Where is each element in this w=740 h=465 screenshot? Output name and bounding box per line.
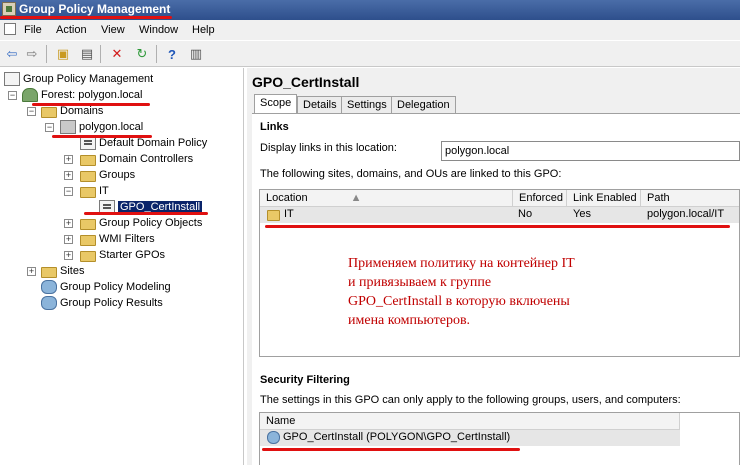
links-note: The following sites, domains, and OUs ar… bbox=[260, 168, 562, 180]
domain-icon bbox=[60, 120, 76, 134]
expand-toggle-icon[interactable]: + bbox=[64, 155, 73, 164]
sort-arrow-icon: ▲ bbox=[350, 192, 362, 204]
cell-path: polygon.local/IT bbox=[647, 208, 725, 220]
tree-item-forest[interactable]: Forest: polygon.local bbox=[22, 87, 143, 103]
folder-icon bbox=[267, 210, 280, 221]
annotation-note: Применяем политику на контейнер IT и при… bbox=[348, 256, 575, 328]
collapse-toggle-icon[interactable]: − bbox=[45, 123, 54, 132]
tree-item-sites[interactable]: Sites bbox=[41, 263, 84, 279]
cell-enforced: No bbox=[518, 208, 533, 220]
underline-title bbox=[0, 16, 172, 19]
security-filtering-list[interactable]: Name GPO_CertInstall (POLYGON\GPO_CertIn… bbox=[259, 412, 740, 465]
app-icon bbox=[2, 2, 16, 16]
tree-item-domain[interactable]: polygon.local bbox=[60, 119, 143, 135]
tree-item-groups[interactable]: Groups bbox=[80, 167, 135, 183]
menu-file[interactable]: File bbox=[24, 24, 42, 36]
tree-item-domain-controllers[interactable]: Domain Controllers bbox=[80, 151, 193, 167]
back-icon[interactable]: ⇦ bbox=[3, 45, 21, 63]
collapse-toggle-icon[interactable]: − bbox=[27, 107, 36, 116]
security-note: The settings in this GPO can only apply … bbox=[260, 394, 681, 406]
menu-help[interactable]: Help bbox=[192, 24, 215, 36]
modeling-icon bbox=[41, 280, 57, 294]
view-icon[interactable]: ▥ bbox=[187, 45, 205, 63]
underline-forest bbox=[32, 103, 150, 106]
column-name[interactable]: Name bbox=[260, 413, 680, 430]
refresh-icon[interactable]: ↻ bbox=[133, 45, 151, 63]
menu-action[interactable]: Action bbox=[56, 24, 87, 36]
pane-title: GPO_CertInstall bbox=[252, 74, 360, 90]
delete-icon[interactable]: ✕ bbox=[108, 45, 126, 63]
tree-item-starter-gpos[interactable]: Starter GPOs bbox=[80, 247, 165, 263]
gpm-icon bbox=[4, 72, 20, 86]
folder-icon bbox=[80, 186, 96, 198]
folder-icon bbox=[80, 250, 96, 262]
tree-item-results[interactable]: Group Policy Results bbox=[41, 295, 163, 311]
expand-toggle-icon[interactable]: + bbox=[27, 267, 36, 276]
toolbar-separator bbox=[100, 45, 101, 63]
expand-toggle-icon[interactable]: + bbox=[64, 219, 73, 228]
tab-scope[interactable]: Scope bbox=[254, 94, 298, 114]
tab-delegation[interactable]: Delegation bbox=[391, 96, 456, 114]
toolbar-separator bbox=[156, 45, 157, 63]
underline-links-row bbox=[265, 225, 730, 228]
folder-icon bbox=[80, 234, 96, 246]
sites-icon bbox=[41, 266, 57, 278]
security-heading: Security Filtering bbox=[260, 374, 350, 386]
forest-icon bbox=[22, 88, 38, 102]
system-menu-icon[interactable] bbox=[4, 23, 16, 35]
expand-toggle-icon[interactable]: + bbox=[64, 171, 73, 180]
folder-icon bbox=[80, 154, 96, 166]
tree-item-wmi-filters[interactable]: WMI Filters bbox=[80, 231, 155, 247]
tree-item-it[interactable]: IT bbox=[80, 183, 109, 199]
tree-item-gpm[interactable]: Group Policy Management bbox=[4, 71, 153, 87]
toolbar-separator bbox=[46, 45, 47, 63]
results-icon bbox=[41, 296, 57, 310]
display-links-select[interactable]: polygon.local bbox=[441, 141, 740, 161]
folder-icon bbox=[41, 106, 57, 118]
cell-link-enabled: Yes bbox=[573, 208, 591, 220]
collapse-toggle-icon[interactable]: − bbox=[64, 187, 73, 196]
links-heading: Links bbox=[260, 121, 289, 133]
folder-icon bbox=[80, 170, 96, 182]
window-title: Group Policy Management bbox=[19, 2, 171, 16]
group-icon bbox=[267, 431, 280, 444]
folder-icon bbox=[80, 218, 96, 230]
up-folder-icon[interactable]: ▣ bbox=[54, 45, 72, 63]
menu-window[interactable]: Window bbox=[139, 24, 178, 36]
tab-settings[interactable]: Settings bbox=[341, 96, 393, 114]
collapse-toggle-icon[interactable]: − bbox=[8, 91, 17, 100]
tree-item-gp-objects[interactable]: Group Policy Objects bbox=[80, 215, 202, 231]
display-links-label: Display links in this location: bbox=[260, 142, 397, 154]
menu-view[interactable]: View bbox=[101, 24, 125, 36]
column-path[interactable]: Path bbox=[641, 190, 739, 207]
column-location[interactable]: Location ▲ bbox=[260, 190, 513, 207]
underline-gpo bbox=[84, 212, 208, 215]
properties-icon[interactable]: ▤ bbox=[78, 45, 96, 63]
expand-toggle-icon[interactable]: + bbox=[64, 235, 73, 244]
underline-domain bbox=[52, 135, 152, 138]
table-row[interactable]: IT No Yes polygon.local/IT bbox=[260, 207, 739, 223]
underline-security-row bbox=[262, 448, 520, 451]
table-row[interactable]: GPO_CertInstall (POLYGON\GPO_CertInstall… bbox=[260, 430, 680, 446]
tab-details[interactable]: Details bbox=[297, 96, 343, 114]
cell-name: GPO_CertInstall (POLYGON\GPO_CertInstall… bbox=[283, 431, 511, 443]
cell-location: IT bbox=[284, 208, 294, 220]
gpo-link-icon bbox=[80, 136, 96, 150]
column-enforced[interactable]: Enforced bbox=[513, 190, 567, 207]
column-link-enabled[interactable]: Link Enabled bbox=[567, 190, 641, 207]
forward-icon[interactable]: ⇨ bbox=[23, 45, 41, 63]
help-icon[interactable]: ? bbox=[163, 45, 181, 63]
expand-toggle-icon[interactable]: + bbox=[64, 251, 73, 260]
tree-item-modeling[interactable]: Group Policy Modeling bbox=[41, 279, 171, 295]
